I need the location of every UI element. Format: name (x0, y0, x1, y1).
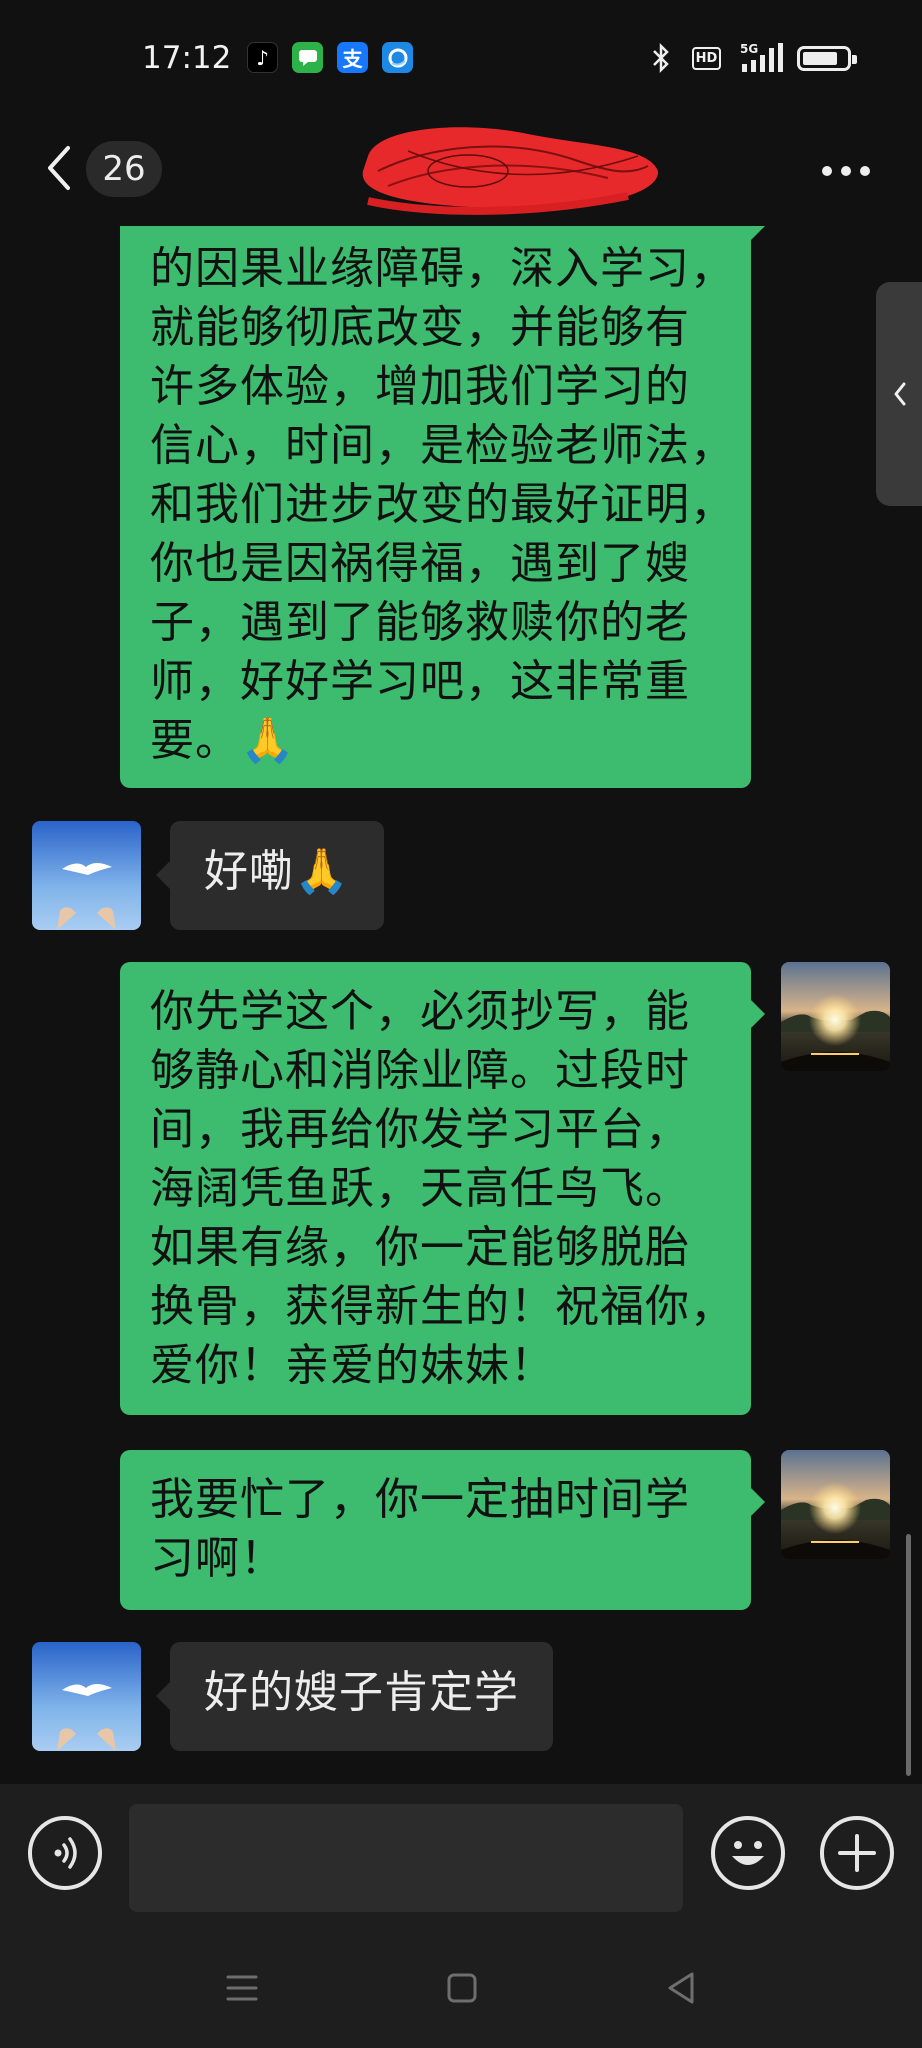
redacted-contact-name (362, 127, 659, 215)
message-line: 换骨，获得新生的！祝福你， (150, 1281, 735, 1332)
message-line: 要。🙏 (150, 715, 296, 766)
message-line: 你先学这个，必须抄写，能 (150, 986, 690, 1037)
more-functions-button[interactable] (820, 1816, 894, 1890)
messages-icon (292, 42, 323, 73)
battery-icon (797, 46, 857, 71)
message-line: 习啊！ (150, 1533, 285, 1584)
message-bubble-outgoing[interactable]: 我要忙了，你一定抽时间学 习啊！ (120, 1450, 765, 1610)
message-line: 就能够彻底改变，并能够有 (150, 302, 690, 353)
message-line: 够静心和消除业障。过段时 (150, 1045, 690, 1096)
clipped-line (150, 226, 721, 239)
contact-avatar[interactable] (32, 1642, 141, 1751)
back-nav-icon[interactable] (662, 1968, 702, 2008)
message-input[interactable] (129, 1804, 683, 1912)
bluetooth-icon (651, 42, 671, 74)
back-arrow-icon[interactable] (40, 138, 80, 198)
message-line: 你也是因祸得福，遇到了嫂 (150, 538, 690, 589)
chat-header: 26 (0, 116, 922, 226)
side-drawer-handle[interactable] (876, 282, 922, 506)
tiktok-icon: ♪ (247, 42, 278, 73)
network-label: 5G (740, 42, 758, 56)
message-list: 的因果业缘障碍，深入学习， 就能够彻底改变，并能够有 许多体验，增加我们学习的 … (0, 226, 922, 1784)
contact-avatar[interactable] (32, 821, 141, 930)
message-line: 师，好好学习吧，这非常重 (150, 656, 690, 707)
smiley-icon (732, 1841, 764, 1865)
more-options-icon[interactable] (816, 156, 876, 186)
message-line: 和我们进步改变的最好证明， (150, 479, 735, 530)
message-bubble-incoming[interactable]: 好嘞🙏 (156, 821, 384, 930)
browser-icon (382, 42, 413, 73)
unread-count-badge[interactable]: 26 (86, 141, 162, 197)
status-bar: 17:12 ♪ 支 HD 5G (0, 0, 922, 116)
system-nav-bar (0, 1934, 922, 2048)
message-line: 子，遇到了能够救赎你的老 (150, 597, 690, 648)
scrollbar[interactable] (906, 1534, 911, 1776)
message-line: 我要忙了，你一定抽时间学 (150, 1474, 690, 1525)
chat-screen: 17:12 ♪ 支 HD 5G 26 的因果业缘障碍，深入学习， 就能够彻底改变… (0, 0, 922, 2048)
home-nav-icon[interactable] (442, 1968, 482, 2008)
plus-icon (838, 1834, 876, 1872)
message-line: 信心，时间，是检验老师法， (150, 420, 735, 471)
alipay-icon: 支 (337, 42, 368, 73)
message-bubble-outgoing[interactable]: 你先学这个，必须抄写，能 够静心和消除业障。过段时 间，我再给你发学习平台， 海… (120, 962, 765, 1415)
message-bubble-outgoing[interactable]: 的因果业缘障碍，深入学习， 就能够彻底改变，并能够有 许多体验，增加我们学习的 … (120, 226, 765, 788)
my-avatar[interactable] (781, 962, 890, 1071)
message-line: 许多体验，增加我们学习的 (150, 361, 690, 412)
my-avatar[interactable] (781, 1450, 890, 1559)
message-bubble-incoming[interactable]: 好的嫂子肯定学 (156, 1642, 553, 1751)
message-line: 爱你！亲爱的妹妹！ (150, 1340, 555, 1391)
menu-nav-icon[interactable] (222, 1968, 262, 2008)
status-time: 17:12 (142, 40, 232, 76)
emoji-button[interactable] (711, 1816, 785, 1890)
voice-input-button[interactable] (28, 1816, 102, 1890)
message-line: 的因果业缘障碍，深入学习， (150, 243, 735, 294)
hd-badge: HD (692, 47, 721, 70)
voice-icon (54, 1837, 77, 1869)
input-bar (0, 1784, 922, 1934)
message-line: 间，我再给你发学习平台， (150, 1104, 690, 1155)
signal-icon: 5G (740, 42, 784, 74)
message-line: 如果有缘，你一定能够脱胎 (150, 1222, 690, 1273)
message-line: 海阔凭鱼跃，天高任鸟飞。 (150, 1163, 690, 1214)
chevron-left-icon (894, 382, 906, 406)
